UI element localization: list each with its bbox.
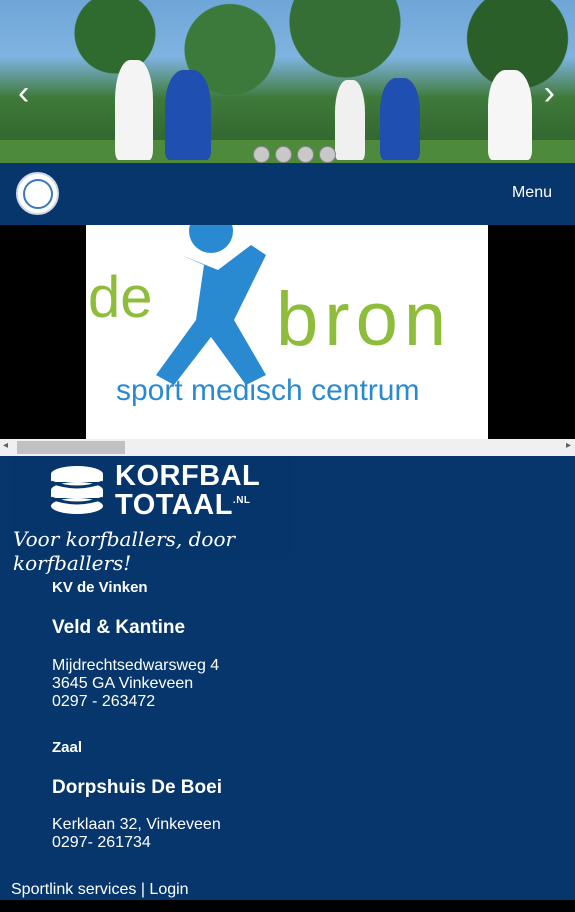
address-city: 3645 GA Vinkeveen (52, 675, 194, 692)
kt-line2: TOTAAL.NL (115, 489, 251, 522)
hero-player (165, 70, 211, 160)
venue-title: Veld & Kantine (52, 617, 186, 638)
menu-button[interactable]: Menu (512, 184, 552, 202)
carousel-indicators (253, 146, 336, 163)
chevron-right-icon: › (543, 74, 555, 112)
sportlink-link[interactable]: Sportlink services (11, 881, 136, 898)
figure-body (156, 245, 266, 385)
chevron-left-icon: ‹ (18, 74, 30, 112)
bron-word: bron (276, 277, 452, 362)
hero-player (335, 80, 365, 160)
figure-head (189, 225, 233, 253)
carousel-indicator[interactable] (319, 146, 336, 163)
de-bron-logo: de bron sport medisch centrum (88, 225, 452, 407)
club-name: KV de Vinken (52, 579, 148, 596)
kt-line2-text: TOTAAL (115, 489, 233, 521)
zaal-heading: Zaal (52, 739, 83, 756)
korfbal-totaal-logo[interactable]: KORFBAL TOTAAL.NL Voor korfballers, door… (11, 456, 293, 575)
navbar: Menu (0, 163, 575, 225)
hero-player (115, 60, 153, 160)
sponsor-logo-de-bron[interactable]: de bron sport medisch centrum (86, 225, 488, 439)
kt-tagline: Voor korfballers, door korfballers! (13, 527, 236, 575)
hero-carousel[interactable]: ‹ › (0, 0, 575, 163)
link-separator: | (136, 881, 150, 898)
address-phone: 0297- 261734 (52, 834, 151, 851)
address-street: Kerklaan 32, Vinkeveen (52, 816, 221, 833)
carousel-next-button[interactable]: › (544, 76, 555, 110)
kt-suffix: .NL (232, 495, 251, 506)
footer-links: Sportlink services | Login (11, 881, 189, 899)
sponsor-tagline: sport medisch centrum (116, 374, 419, 407)
carousel-indicator[interactable] (253, 146, 270, 163)
carousel-indicator[interactable] (275, 146, 292, 163)
carousel-prev-button[interactable]: ‹ (18, 76, 29, 110)
scrollbar-thumb[interactable] (17, 441, 125, 454)
hero-player (380, 78, 420, 160)
carousel-indicator[interactable] (297, 146, 314, 163)
venue-address: Kerklaan 32, Vinkeveen 0297- 261734 (52, 816, 221, 852)
footer: KORFBAL TOTAAL.NL Voor korfballers, door… (0, 456, 575, 900)
login-link[interactable]: Login (149, 881, 188, 898)
scroll-right-icon[interactable]: ▸ (566, 440, 571, 451)
club-logo[interactable] (16, 172, 59, 215)
scroll-left-icon[interactable]: ◂ (3, 440, 8, 451)
hero-player (488, 70, 532, 160)
stack-icon (50, 466, 104, 514)
sponsor-banner: de bron sport medisch centrum (0, 225, 575, 439)
address-street: Mijdrechtsedwarsweg 4 (52, 657, 220, 674)
horizontal-scrollbar[interactable]: ◂ ▸ (0, 439, 575, 456)
de-word: de (88, 265, 153, 330)
venue-address: Mijdrechtsedwarsweg 4 3645 GA Vinkeveen … (52, 657, 219, 711)
address-phone: 0297 - 263472 (52, 693, 156, 710)
venue-title: Dorpshuis De Boei (52, 777, 222, 798)
club-logo-emblem (22, 178, 53, 209)
